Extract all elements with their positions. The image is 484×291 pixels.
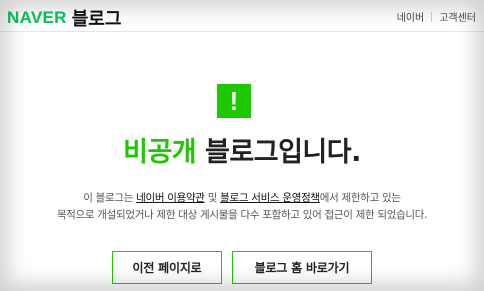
operation-policy-link[interactable]: 블로그 서비스 운영정책 [220, 192, 320, 204]
nav-link-customer-center[interactable]: 고객센터 [439, 9, 476, 24]
description-prefix: 이 블로그는 [83, 192, 137, 204]
title-rest: 블로그입니다. [196, 137, 361, 168]
naver-blog-logo[interactable]: NAVER 블로그 [7, 5, 121, 31]
header: NAVER 블로그 네이버 고객센터 [0, 0, 484, 32]
exclamation-glyph: ! [229, 86, 239, 116]
exclamation-icon: ! [217, 84, 251, 118]
description-and: 및 [204, 192, 221, 204]
description-line-1: 이 블로그는 네이버 이용약관 및 블로그 서비스 운영정책에서 제한하고 있는 [0, 190, 484, 207]
description-line-2: 목적으로 개설되었거나 제한 대상 게시물을 다수 포함하고 있어 접근이 제한… [56, 209, 428, 221]
action-buttons: 이전 페이지로 블로그 홈 바로가기 [0, 251, 484, 284]
blog-home-button[interactable]: 블로그 홈 바로가기 [232, 251, 372, 284]
naver-logo-text: NAVER [7, 8, 67, 27]
global-nav: 네이버 고객센터 [397, 9, 476, 24]
previous-page-button[interactable]: 이전 페이지로 [112, 251, 222, 284]
nav-link-naver[interactable]: 네이버 [397, 9, 425, 24]
terms-of-use-link[interactable]: 네이버 이용약관 [136, 192, 205, 204]
blog-logo-text: 블로그 [71, 9, 122, 30]
page-title: 비공개 블로그입니다. [0, 130, 484, 169]
restriction-description: 이 블로그는 네이버 이용약관 및 블로그 서비스 운영정책에서 제한하고 있는… [0, 190, 484, 224]
title-accent: 비공개 [123, 137, 197, 168]
description-suffix: 에서 제한하고 있는 [319, 192, 401, 204]
nav-divider [431, 11, 433, 22]
